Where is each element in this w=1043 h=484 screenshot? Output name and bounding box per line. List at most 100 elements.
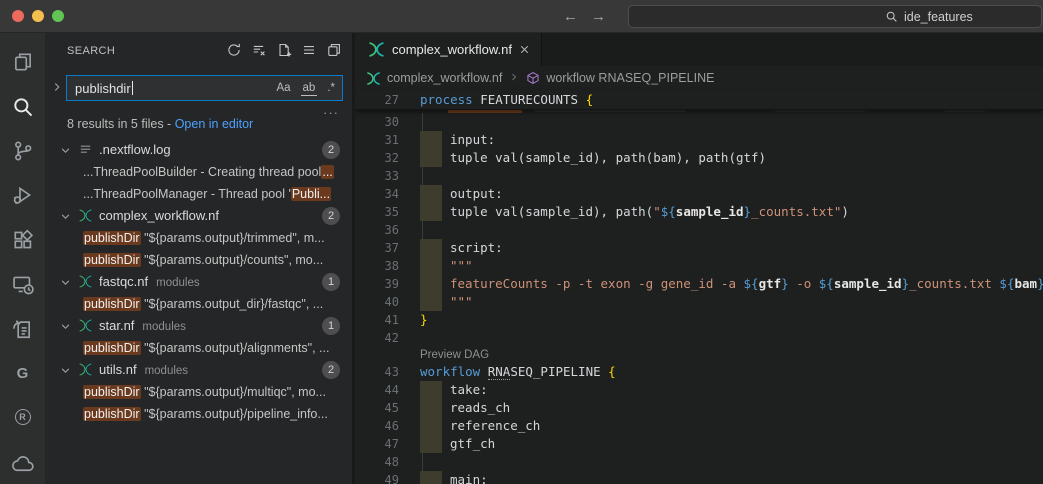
search-result-match-row[interactable]: ...ThreadPoolManager - Thread pool 'Publ… — [45, 183, 352, 205]
view-as-list-icon[interactable] — [300, 42, 317, 59]
code-line[interactable]: 43workflow RNASEQ_PIPELINE { — [355, 363, 1043, 381]
gitlens-icon[interactable]: G — [0, 351, 45, 395]
zoom-window-button[interactable] — [52, 10, 64, 22]
line-number[interactable]: 39 — [355, 275, 399, 293]
code-line[interactable]: 35tuple val(sample_id), path("${sample_i… — [355, 203, 1043, 221]
file-name: .nextflow.log — [99, 142, 171, 157]
search-result-match-row[interactable]: publishDir "${params.output}/alignments"… — [45, 337, 352, 359]
search-result-file-row[interactable]: star.nfmodules1 — [45, 315, 352, 337]
code-line[interactable]: 39featureCounts -p -t exon -g gene_id -a… — [355, 275, 1043, 293]
line-number[interactable]: 31 — [355, 131, 399, 149]
search-result-match-row[interactable]: publishDir "${params.output}/pipeline_in… — [45, 403, 352, 425]
search-result-match-row[interactable]: publishDir "${params.output}/counts", mo… — [45, 249, 352, 271]
line-number[interactable]: 44 — [355, 381, 399, 399]
file-history-icon[interactable] — [0, 306, 45, 350]
whole-word-button[interactable]: ab — [301, 81, 318, 96]
files-icon[interactable] — [0, 40, 45, 84]
line-number[interactable]: 40 — [355, 293, 399, 311]
remote-explorer-icon[interactable] — [0, 262, 45, 306]
source-control-icon[interactable] — [0, 129, 45, 173]
line-number[interactable]: 33 — [355, 167, 399, 185]
search-result-match-row[interactable]: publishDir "${params.output}/trimmed", m… — [45, 227, 352, 249]
code-line[interactable]: 45reads_ch — [355, 399, 1043, 417]
search-result-match-row[interactable]: publishDir "${params.output_dir}/fastqc"… — [45, 293, 352, 315]
line-number[interactable]: 46 — [355, 417, 399, 435]
chevron-down-icon[interactable] — [58, 363, 73, 381]
chevron-down-icon[interactable] — [58, 143, 73, 161]
search-result-file-row[interactable]: utils.nfmodules2 — [45, 359, 352, 381]
close-window-button[interactable] — [12, 10, 24, 22]
line-number[interactable]: 35 — [355, 203, 399, 221]
line-number[interactable]: 27 — [355, 90, 399, 110]
code-token: reference_ch — [450, 418, 540, 433]
line-number[interactable]: 32 — [355, 149, 399, 167]
search-result-match-row[interactable]: publishDir "${params.output}/multiqc", m… — [45, 381, 352, 403]
code-line[interactable]: 40""" — [355, 293, 1043, 311]
back-button[interactable]: ← — [563, 8, 578, 25]
code-line[interactable]: 27process FEATURECOUNTS { — [355, 90, 1043, 110]
chevron-down-icon[interactable] — [58, 319, 73, 337]
search-result-match-row[interactable]: ...ThreadPoolBuilder - Creating thread p… — [45, 161, 352, 183]
open-in-editor-link[interactable]: Open in editor — [175, 117, 254, 131]
file-name: utils.nfmodules — [99, 362, 188, 377]
code-line[interactable]: 31input: — [355, 131, 1043, 149]
line-number[interactable]: 30 — [355, 113, 399, 131]
code-line[interactable]: 36 — [355, 221, 1043, 239]
cloud-icon[interactable] — [0, 440, 45, 484]
run-debug-icon[interactable] — [0, 173, 45, 217]
code-line[interactable]: 30 — [355, 113, 1043, 131]
code-line[interactable]: 38""" — [355, 257, 1043, 275]
code-line[interactable]: 46 reference_ch — [355, 417, 1043, 435]
sticky-scroll-line[interactable]: 27process FEATURECOUNTS { — [355, 90, 1043, 110]
regex-button[interactable]: .* — [325, 81, 337, 95]
refresh-icon[interactable] — [225, 42, 242, 59]
code-line[interactable]: 33 — [355, 167, 1043, 185]
search-result-file-row[interactable]: .nextflow.log2 — [45, 139, 352, 161]
search-result-file-row[interactable]: fastqc.nfmodules1 — [45, 271, 352, 293]
results-count: 8 results in 5 files - — [67, 117, 175, 131]
search-result-file-row[interactable]: complex_workflow.nf2 — [45, 205, 352, 227]
search-icon[interactable] — [0, 84, 45, 128]
r-language-icon[interactable]: R — [0, 395, 45, 439]
code-line[interactable]: 42 — [355, 329, 1043, 347]
codelens-preview-dag[interactable]: Preview DAG — [420, 347, 489, 363]
line-number[interactable]: 45 — [355, 399, 399, 417]
code-line[interactable]: 44take: — [355, 381, 1043, 399]
line-number[interactable]: 47 — [355, 435, 399, 453]
code-line[interactable]: 34output: — [355, 185, 1043, 203]
line-number[interactable]: 41 — [355, 311, 399, 329]
extensions-icon[interactable] — [0, 218, 45, 262]
code-line[interactable]: 41} — [355, 311, 1043, 329]
line-number[interactable]: 36 — [355, 221, 399, 239]
minimize-window-button[interactable] — [32, 10, 44, 22]
code-line[interactable]: 37script: — [355, 239, 1043, 257]
code-line[interactable]: 47gtf_ch — [355, 435, 1043, 453]
indent-guide — [422, 167, 423, 185]
toggle-replace-button[interactable] — [50, 80, 64, 99]
tab-complex-workflow[interactable]: complex_workflow.nf — [355, 33, 542, 66]
line-number[interactable]: 34 — [355, 185, 399, 203]
new-search-editor-icon[interactable] — [275, 42, 292, 59]
line-number[interactable]: 37 — [355, 239, 399, 257]
chevron-down-icon[interactable] — [58, 275, 73, 293]
code-line[interactable]: 48 — [355, 453, 1043, 471]
line-number[interactable]: 49 — [355, 471, 399, 484]
code-line[interactable]: 49main: — [355, 471, 1043, 484]
toggle-search-details-button[interactable]: ··· — [323, 105, 339, 120]
chevron-down-icon[interactable] — [58, 209, 73, 227]
breadcrumb-symbol[interactable]: workflow RNASEQ_PIPELINE — [546, 71, 714, 85]
line-number[interactable]: 42 — [355, 329, 399, 347]
breadcrumb-file[interactable]: complex_workflow.nf — [387, 71, 502, 85]
line-number[interactable]: 43 — [355, 363, 399, 381]
match-case-button[interactable]: Aa — [274, 81, 292, 95]
open-search-editor-icon[interactable] — [325, 42, 342, 59]
close-tab-icon[interactable] — [518, 43, 531, 56]
line-number[interactable]: 38 — [355, 257, 399, 275]
forward-button[interactable]: → — [591, 8, 606, 25]
code-line[interactable]: 32tuple val(sample_id), path(bam), path(… — [355, 149, 1043, 167]
command-center-search[interactable]: ide_features — [628, 5, 1042, 28]
line-number[interactable]: 48 — [355, 453, 399, 471]
search-input[interactable]: publishdir Aaab.* — [66, 75, 343, 101]
code-token: SEQ_PIPELINE — [510, 364, 608, 379]
clear-search-results-icon[interactable] — [250, 42, 267, 59]
